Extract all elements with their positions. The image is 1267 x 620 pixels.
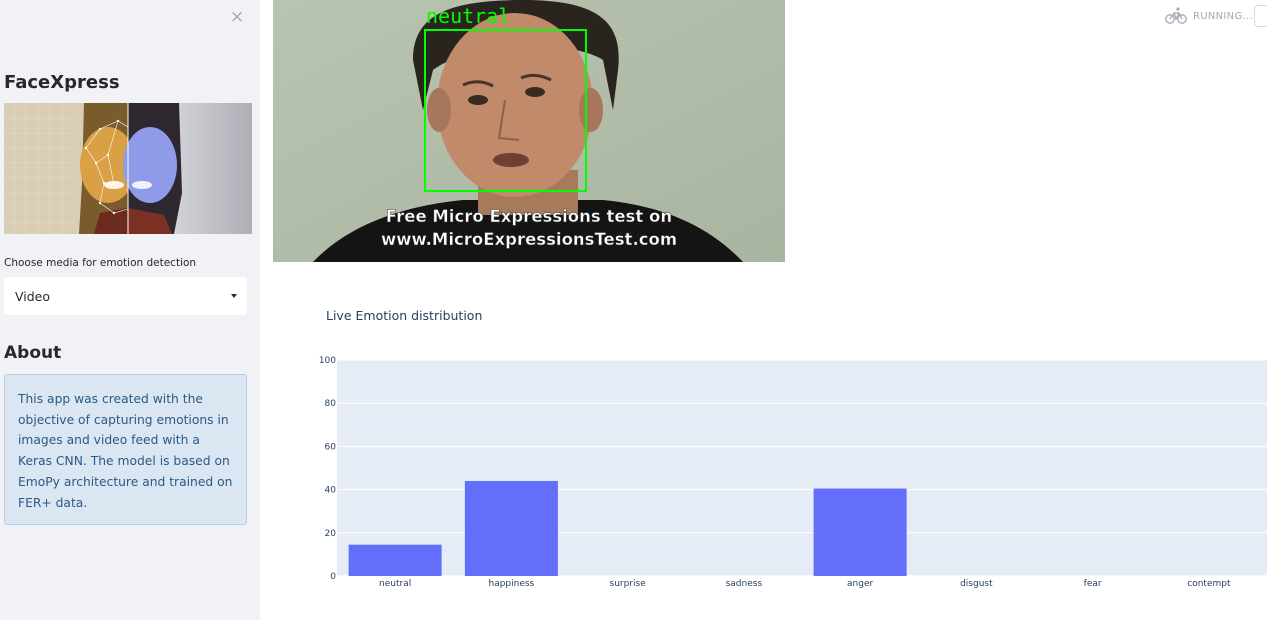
x-tick-label: fear [1084, 579, 1102, 589]
emotion-bar-chart: 0 20 40 60 80 100 neutral happiness surprise sadn… [319, 356, 1267, 589]
x-tick-label: happiness [488, 579, 534, 589]
bar-anger[interactable] [813, 488, 907, 576]
y-tick-label: 80 [325, 399, 337, 409]
x-tick-label: anger [847, 579, 873, 589]
x-tick-label: contempt [1187, 579, 1231, 589]
y-tick-label: 20 [325, 529, 337, 539]
x-tick-label: neutral [379, 579, 411, 589]
y-tick-label: 100 [319, 356, 336, 366]
bar-neutral[interactable] [348, 544, 442, 576]
y-tick-label: 60 [325, 442, 337, 452]
y-tick-label: 40 [325, 486, 337, 496]
y-tick-label: 0 [330, 572, 336, 582]
x-tick-label: surprise [610, 579, 647, 589]
bar-happiness[interactable] [464, 480, 558, 576]
x-tick-label: disgust [960, 579, 993, 589]
x-tick-label: sadness [726, 579, 763, 589]
